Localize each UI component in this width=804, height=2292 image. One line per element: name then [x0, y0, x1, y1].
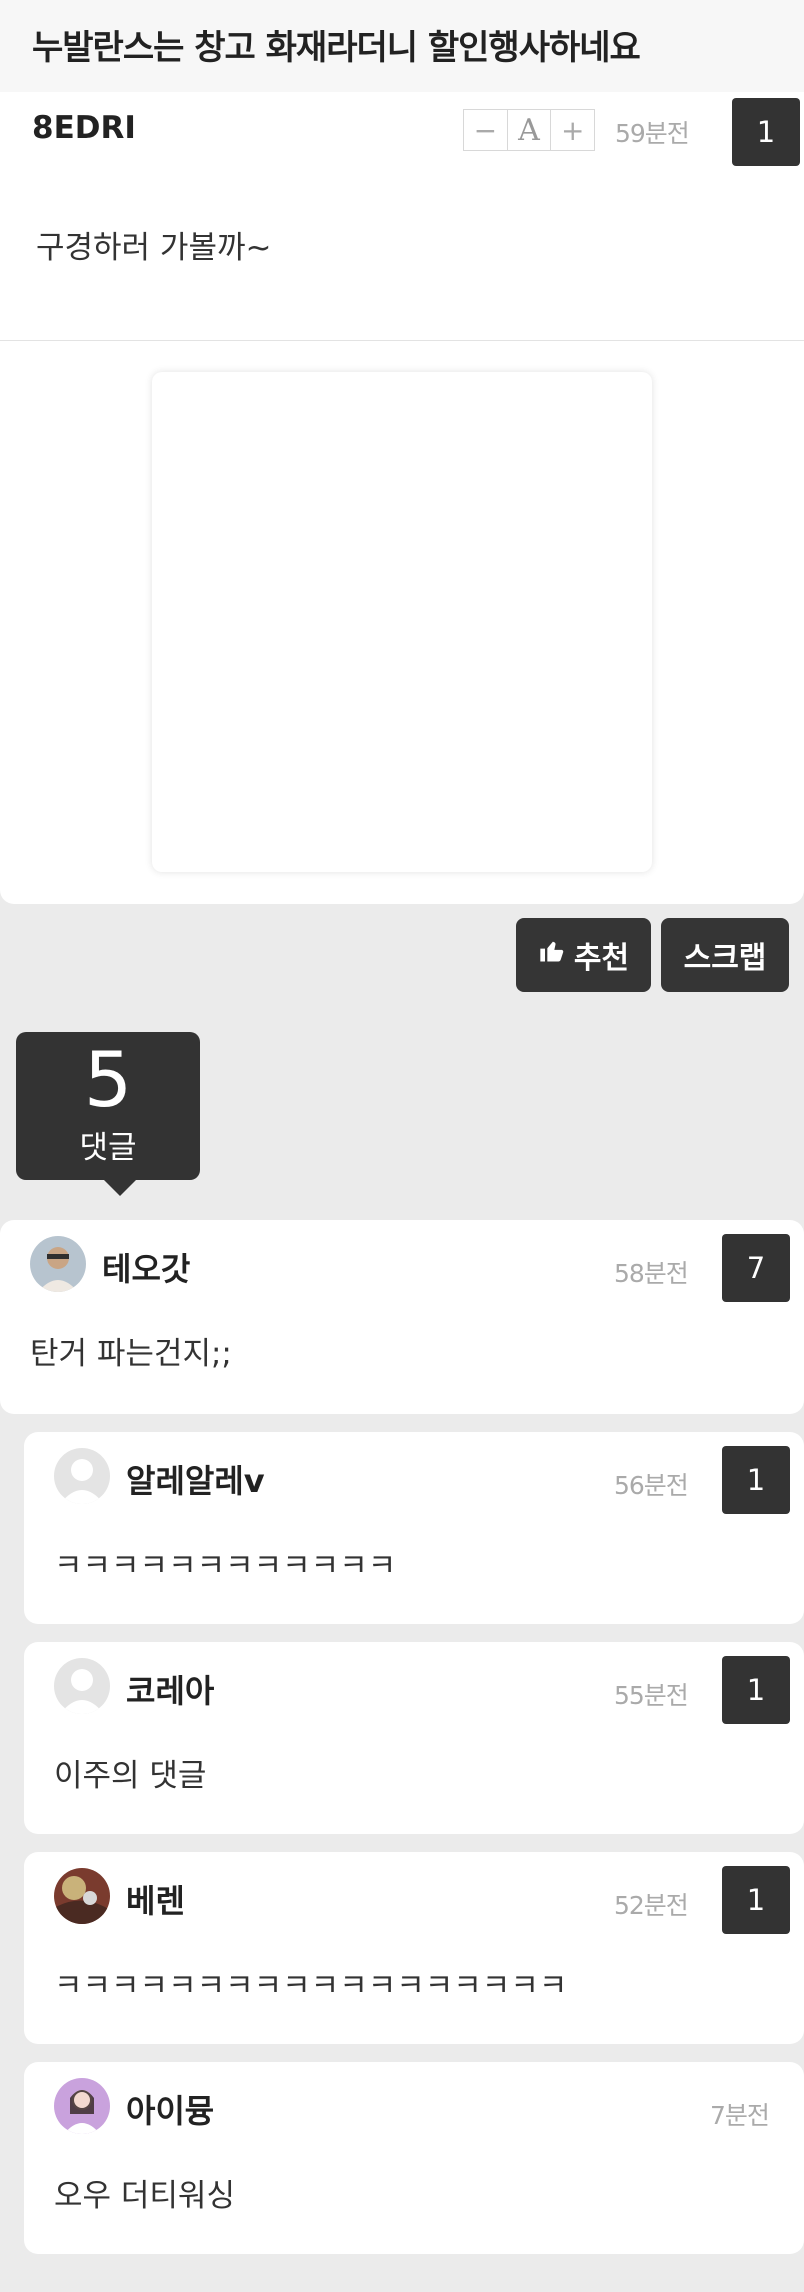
comment-body: 탄거 파는건지;;	[30, 1336, 232, 1372]
comment-author[interactable]: 코레아	[126, 1666, 214, 1712]
comment-body: 오우 더티워싱	[54, 2178, 235, 2214]
reply-comment: 아이뮹 7분전 오우 더티워싱	[24, 2062, 804, 2254]
comment-time: 58분전	[614, 1259, 689, 1288]
comment-count: 5	[83, 1035, 133, 1124]
comment-recommend-count: 1	[722, 1866, 790, 1934]
post-image[interactable]	[152, 372, 652, 872]
font-size-control: − A +	[463, 109, 595, 151]
font-reset-button[interactable]: A	[508, 110, 552, 150]
avatar[interactable]	[54, 1658, 110, 1714]
scrap-button[interactable]: 스크랩	[661, 918, 789, 992]
post-title: 누발란스는 창고 화재라더니 할인행사하네요	[32, 28, 641, 68]
comment-author[interactable]: 테오갓	[102, 1244, 190, 1290]
reply-comment: 알레알레v 56분전 1 ㅋㅋㅋㅋㅋㅋㅋㅋㅋㅋㅋㅋ	[24, 1432, 804, 1624]
comment-body: ㅋㅋㅋㅋㅋㅋㅋㅋㅋㅋㅋㅋㅋㅋㅋㅋㅋㅋ	[54, 1968, 568, 2004]
post-card: 8EDRI − A + 59분전 1 구경하러 가볼까~	[0, 92, 804, 904]
comment-body: 이주의 댓글	[54, 1758, 207, 1794]
avatar[interactable]	[54, 1448, 110, 1504]
comment-count-box: 5 댓글	[16, 1032, 200, 1196]
scrap-label: 스크랩	[683, 941, 767, 976]
comment-time: 56분전	[614, 1471, 689, 1500]
comment-time: 7분전	[710, 2101, 770, 2130]
post-author[interactable]: 8EDRI	[32, 110, 136, 146]
comment-time: 55분전	[614, 1681, 689, 1710]
avatar[interactable]	[54, 1868, 110, 1924]
comment-count-label: 댓글	[79, 1130, 137, 1166]
font-increase-button[interactable]: +	[551, 110, 594, 150]
post-body: 구경하러 가볼까~	[36, 230, 272, 266]
post-title-bar: 누발란스는 창고 화재라더니 할인행사하네요	[0, 0, 804, 92]
comment-author[interactable]: 베렌	[126, 1876, 185, 1922]
comment-time: 52분전	[614, 1891, 689, 1920]
reply-comment: 코레아 55분전 1 이주의 댓글	[24, 1642, 804, 1834]
post-time: 59분전	[615, 119, 690, 148]
comment-author[interactable]: 아이뮹	[126, 2086, 214, 2132]
comment-recommend-count: 7	[722, 1234, 790, 1302]
comment-recommend-count: 1	[722, 1656, 790, 1724]
recommend-label: 추천	[573, 941, 630, 976]
reply-comment: 베렌 52분전 1 ㅋㅋㅋㅋㅋㅋㅋㅋㅋㅋㅋㅋㅋㅋㅋㅋㅋㅋ	[24, 1852, 804, 2044]
comment: 테오갓 58분전 7 탄거 파는건지;;	[0, 1220, 804, 1414]
thumbs-up-icon	[538, 937, 566, 973]
font-decrease-button[interactable]: −	[464, 110, 508, 150]
comment-author[interactable]: 알레알레v	[126, 1456, 265, 1502]
comment-body: ㅋㅋㅋㅋㅋㅋㅋㅋㅋㅋㅋㅋ	[54, 1548, 397, 1584]
avatar[interactable]	[54, 2078, 110, 2134]
divider	[0, 340, 804, 341]
comment-recommend-count: 1	[722, 1446, 790, 1514]
comment-count-pointer	[104, 1180, 136, 1196]
avatar[interactable]	[30, 1236, 86, 1292]
post-recommend-count: 1	[732, 98, 800, 166]
recommend-button[interactable]: 추천	[516, 918, 651, 992]
